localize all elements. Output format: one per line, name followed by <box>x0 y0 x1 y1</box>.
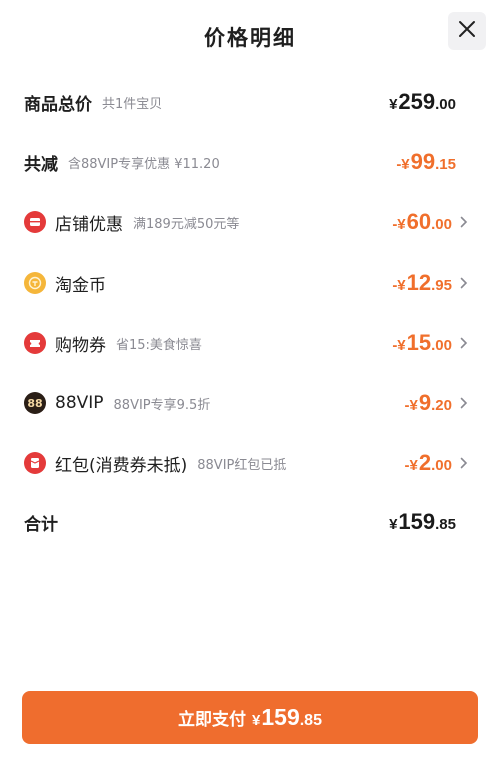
price-detail-header: 价格明细 <box>0 0 500 72</box>
red-packet-note: 88VIP红包已抵 <box>197 457 287 473</box>
chevron-right-icon <box>460 276 470 290</box>
red-packet-amount: -¥ 2.00 <box>404 450 452 475</box>
shop-discount-row[interactable]: 店铺优惠 满189元减50元等 -¥ 60.00 <box>0 202 500 242</box>
pay-now-amount: ¥159.85 <box>252 704 322 730</box>
shopping-voucher-note: 省15:美食惊喜 <box>116 337 202 353</box>
shop-discount-note: 满189元减50元等 <box>133 216 240 232</box>
red-packet-row[interactable]: 红包(消费券未抵) 88VIP红包已抵 -¥ 2.00 <box>0 443 500 483</box>
shopping-voucher-row[interactable]: 购物券 省15:美食惊喜 -¥ 15.00 <box>0 323 500 363</box>
chevron-right-icon <box>460 215 470 229</box>
gold-coin-row[interactable]: 淘金币 -¥ 12.95 <box>0 263 500 303</box>
total-discount-row: 共减 含88VIP专享优惠 ¥11.20 -¥ 99.15 <box>0 142 500 182</box>
vip-amount: -¥ 9.20 <box>404 390 452 415</box>
shopping-voucher-amount: -¥ 15.00 <box>392 330 452 355</box>
grand-total-row: 合计 ¥159.85 <box>0 502 500 542</box>
shopping-voucher-icon <box>24 332 46 354</box>
chevron-right-icon <box>460 396 470 410</box>
close-button[interactable] <box>448 12 486 50</box>
total-discount-amount: -¥ 99.15 <box>396 149 456 174</box>
gold-coin-icon <box>24 272 46 294</box>
pay-now-label: 立即支付 <box>178 710 247 730</box>
vip-note: 88VIP专享9.5折 <box>113 397 211 413</box>
grand-total-amount: ¥159.85 <box>389 509 456 534</box>
item-count: 共1件宝贝 <box>102 96 163 112</box>
chevron-right-icon <box>460 336 470 350</box>
chevron-right-icon <box>460 456 470 470</box>
88vip-badge-icon: 88 <box>24 392 46 414</box>
red-packet-icon <box>24 452 46 474</box>
shop-discount-label: 店铺优惠 <box>55 214 123 235</box>
vip-label: 88VIP <box>55 393 104 413</box>
shop-coupon-icon <box>24 211 46 233</box>
gold-coin-amount: -¥ 12.95 <box>392 270 452 295</box>
subtotal-amount: ¥259.00 <box>389 89 456 114</box>
vip-discount-row[interactable]: 88 88VIP 88VIP专享9.5折 -¥ 9.20 <box>0 383 500 423</box>
shopping-voucher-label: 购物券 <box>55 335 106 356</box>
gold-coin-label: 淘金币 <box>55 275 106 296</box>
close-icon <box>458 20 476 42</box>
subtotal-row: 商品总价 共1件宝贝 ¥259.00 <box>0 82 500 122</box>
shop-discount-amount: -¥ 60.00 <box>392 209 452 234</box>
subtotal-label: 商品总价 <box>24 94 92 115</box>
page-title: 价格明细 <box>204 26 296 50</box>
grand-total-label: 合计 <box>24 514 58 535</box>
red-packet-label: 红包(消费券未抵) <box>55 455 188 476</box>
pay-now-button[interactable]: 立即支付 ¥159.85 <box>22 691 478 744</box>
vip-discount-note: 含88VIP专享优惠 ¥11.20 <box>68 156 220 172</box>
total-discount-label: 共减 <box>24 154 58 175</box>
